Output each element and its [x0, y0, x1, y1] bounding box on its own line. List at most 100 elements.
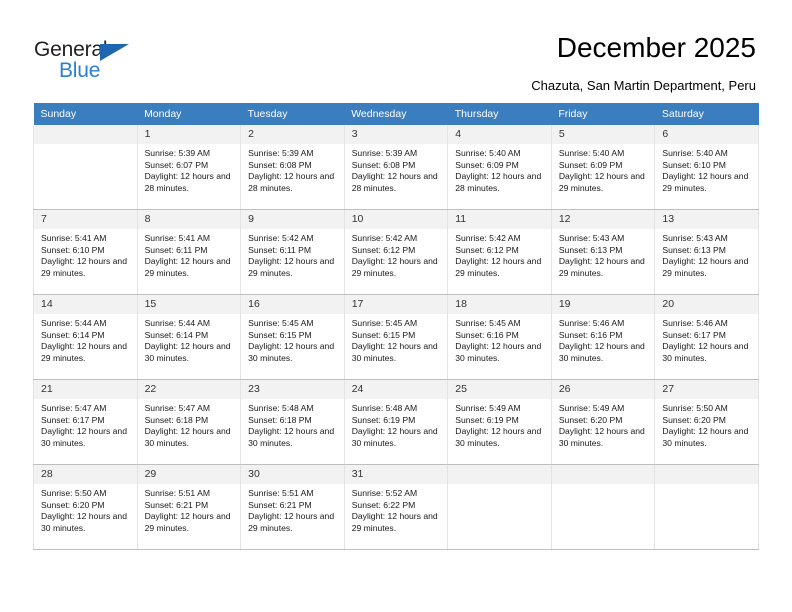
- day-number: 12: [551, 210, 655, 229]
- daylight-text: Daylight: 12 hours and 30 minutes.: [41, 426, 127, 448]
- weekday-header-sunday: Sunday: [33, 103, 138, 125]
- day-cell[interactable]: 24 Sunrise: 5:48 AM Sunset: 6:19 PM Dayligh…: [343, 379, 449, 465]
- day-cell[interactable]: 10 Sunrise: 5:42 AM Sunset: 6:12 PM Dayligh…: [343, 209, 449, 295]
- daylight-text: Daylight: 12 hours and 29 minutes.: [351, 511, 438, 533]
- day-cell[interactable]: 14 Sunrise: 5:44 AM Sunset: 6:14 PM Dayligh…: [33, 294, 138, 380]
- calendar-week-row: 7 Sunrise: 5:41 AM Sunset: 6:10 PM Daylight…: [33, 209, 759, 295]
- sunset-text: Sunset: 6:10 PM: [41, 244, 105, 255]
- sunset-text: Sunset: 6:20 PM: [662, 414, 726, 425]
- day-cell[interactable]: 27 Sunrise: 5:50 AM Sunset: 6:20 PM Dayligh…: [654, 379, 759, 465]
- day-number: 23: [241, 380, 344, 399]
- day-cell[interactable]: 20 Sunrise: 5:46 AM Sunset: 6:17 PM Dayligh…: [654, 294, 759, 380]
- day-cell[interactable]: [33, 125, 138, 210]
- day-info: Sunrise: 5:43 AM Sunset: 6:13 PM Daylight:…: [655, 229, 758, 279]
- weekday-header-monday: Monday: [137, 103, 241, 125]
- daylight-text: Daylight: 12 hours and 29 minutes.: [662, 256, 749, 278]
- day-info: Sunrise: 5:40 AM Sunset: 6:09 PM Daylight:…: [448, 144, 551, 194]
- day-cell-inner: 14 Sunrise: 5:44 AM Sunset: 6:14 PM Dayligh…: [34, 295, 137, 379]
- day-cell[interactable]: 16 Sunrise: 5:45 AM Sunset: 6:15 PM Dayligh…: [240, 294, 345, 380]
- day-info: Sunrise: 5:41 AM Sunset: 6:11 PM Daylight:…: [138, 229, 241, 279]
- day-cell[interactable]: 5 Sunrise: 5:40 AM Sunset: 6:09 PM Daylight…: [550, 125, 656, 210]
- sunset-text: Sunset: 6:17 PM: [662, 329, 726, 340]
- day-info: Sunrise: 5:50 AM Sunset: 6:20 PM Daylight:…: [655, 399, 758, 449]
- day-number: [551, 465, 655, 484]
- daylight-text: Daylight: 12 hours and 30 minutes.: [144, 426, 231, 448]
- page-subtitle: Chazuta, San Martin Department, Peru: [531, 78, 756, 93]
- day-number: 9: [241, 210, 344, 229]
- weekday-header-saturday: Saturday: [654, 103, 759, 125]
- day-cell[interactable]: 22 Sunrise: 5:47 AM Sunset: 6:18 PM Dayligh…: [136, 379, 242, 465]
- sunrise-text: Sunrise: 5:39 AM: [144, 148, 211, 158]
- day-cell[interactable]: 2 Sunrise: 5:39 AM Sunset: 6:08 PM Daylight…: [240, 125, 345, 210]
- calendar-week-row: 28 Sunrise: 5:50 AM Sunset: 6:20 PM Dayligh…: [33, 464, 759, 550]
- sunset-text: Sunset: 6:11 PM: [248, 244, 312, 255]
- day-cell[interactable]: 12 Sunrise: 5:43 AM Sunset: 6:13 PM Dayligh…: [550, 209, 656, 295]
- day-cell-inner: 12 Sunrise: 5:43 AM Sunset: 6:13 PM Dayligh…: [551, 210, 655, 294]
- day-cell[interactable]: 21 Sunrise: 5:47 AM Sunset: 6:17 PM Dayligh…: [33, 379, 138, 465]
- day-number: 1: [137, 125, 241, 144]
- day-number: 11: [448, 210, 551, 229]
- day-cell[interactable]: 18 Sunrise: 5:45 AM Sunset: 6:16 PM Dayligh…: [447, 294, 552, 380]
- sunrise-text: Sunrise: 5:52 AM: [351, 488, 418, 498]
- day-cell[interactable]: 13 Sunrise: 5:43 AM Sunset: 6:13 PM Dayligh…: [654, 209, 759, 295]
- day-number: [448, 465, 551, 484]
- day-cell[interactable]: 30 Sunrise: 5:51 AM Sunset: 6:21 PM Dayligh…: [240, 464, 345, 550]
- day-number: 19: [551, 295, 655, 314]
- day-cell[interactable]: 1 Sunrise: 5:39 AM Sunset: 6:07 PM Daylight…: [136, 125, 242, 210]
- sunset-text: Sunset: 6:08 PM: [248, 159, 312, 170]
- day-number: 31: [344, 465, 448, 484]
- day-cell[interactable]: 31 Sunrise: 5:52 AM Sunset: 6:22 PM Dayligh…: [343, 464, 449, 550]
- day-number: 8: [137, 210, 241, 229]
- day-number: 18: [448, 295, 551, 314]
- sunrise-text: Sunrise: 5:48 AM: [351, 403, 418, 413]
- day-cell[interactable]: 4 Sunrise: 5:40 AM Sunset: 6:09 PM Daylight…: [447, 125, 552, 210]
- general-blue-logo[interactable]: General Blue: [34, 38, 164, 84]
- day-number: 28: [34, 465, 137, 484]
- day-cell[interactable]: 9 Sunrise: 5:42 AM Sunset: 6:11 PM Daylight…: [240, 209, 345, 295]
- day-cell[interactable]: [654, 464, 759, 550]
- day-cell[interactable]: 26 Sunrise: 5:49 AM Sunset: 6:20 PM Dayligh…: [550, 379, 656, 465]
- day-number: 15: [137, 295, 241, 314]
- day-number: 30: [241, 465, 344, 484]
- daylight-text: Daylight: 12 hours and 29 minutes.: [558, 256, 645, 278]
- daylight-text: Daylight: 12 hours and 30 minutes.: [455, 341, 542, 363]
- sunrise-text: Sunrise: 5:51 AM: [248, 488, 314, 498]
- sunset-text: Sunset: 6:19 PM: [455, 414, 519, 425]
- day-cell[interactable]: 23 Sunrise: 5:48 AM Sunset: 6:18 PM Dayligh…: [240, 379, 345, 465]
- day-cell[interactable]: 3 Sunrise: 5:39 AM Sunset: 6:08 PM Daylight…: [343, 125, 449, 210]
- day-cell[interactable]: 15 Sunrise: 5:44 AM Sunset: 6:14 PM Dayligh…: [136, 294, 242, 380]
- day-cell[interactable]: 25 Sunrise: 5:49 AM Sunset: 6:19 PM Dayligh…: [447, 379, 552, 465]
- sunrise-text: Sunrise: 5:48 AM: [248, 403, 314, 413]
- daylight-text: Daylight: 12 hours and 30 minutes.: [558, 341, 645, 363]
- sunrise-text: Sunrise: 5:41 AM: [41, 233, 107, 243]
- calendar-body: 1 Sunrise: 5:39 AM Sunset: 6:07 PM Daylight…: [33, 125, 759, 550]
- sunrise-text: Sunrise: 5:44 AM: [144, 318, 211, 328]
- day-info: Sunrise: 5:48 AM Sunset: 6:19 PM Daylight:…: [345, 399, 448, 449]
- day-cell[interactable]: 17 Sunrise: 5:45 AM Sunset: 6:15 PM Dayligh…: [343, 294, 449, 380]
- day-cell-inner: 17 Sunrise: 5:45 AM Sunset: 6:15 PM Dayligh…: [344, 295, 448, 379]
- day-cell-inner: 26 Sunrise: 5:49 AM Sunset: 6:20 PM Dayligh…: [551, 380, 655, 464]
- day-info: Sunrise: 5:51 AM Sunset: 6:21 PM Daylight:…: [138, 484, 241, 534]
- day-cell[interactable]: [447, 464, 552, 550]
- day-cell[interactable]: 29 Sunrise: 5:51 AM Sunset: 6:21 PM Dayligh…: [136, 464, 242, 550]
- day-cell-inner: 15 Sunrise: 5:44 AM Sunset: 6:14 PM Dayligh…: [137, 295, 241, 379]
- day-number: 14: [34, 295, 137, 314]
- weekday-header-wednesday: Wednesday: [344, 103, 448, 125]
- day-cell[interactable]: 7 Sunrise: 5:41 AM Sunset: 6:10 PM Daylight…: [33, 209, 138, 295]
- day-number: 24: [344, 380, 448, 399]
- day-cell-inner: 16 Sunrise: 5:45 AM Sunset: 6:15 PM Dayligh…: [241, 295, 344, 379]
- sunrise-text: Sunrise: 5:45 AM: [351, 318, 418, 328]
- day-cell[interactable]: 8 Sunrise: 5:41 AM Sunset: 6:11 PM Daylight…: [136, 209, 242, 295]
- daylight-text: Daylight: 12 hours and 29 minutes.: [351, 256, 438, 278]
- logo-word-blue: Blue: [59, 59, 101, 82]
- day-info: Sunrise: 5:40 AM Sunset: 6:10 PM Daylight:…: [655, 144, 758, 194]
- day-info: Sunrise: 5:44 AM Sunset: 6:14 PM Daylight:…: [138, 314, 241, 364]
- sunrise-text: Sunrise: 5:41 AM: [144, 233, 211, 243]
- day-cell[interactable]: 6 Sunrise: 5:40 AM Sunset: 6:10 PM Daylight…: [654, 125, 759, 210]
- day-cell[interactable]: 11 Sunrise: 5:42 AM Sunset: 6:12 PM Dayligh…: [447, 209, 552, 295]
- daylight-text: Daylight: 12 hours and 29 minutes.: [662, 171, 749, 193]
- day-cell[interactable]: [550, 464, 656, 550]
- sunrise-text: Sunrise: 5:51 AM: [144, 488, 211, 498]
- day-cell[interactable]: 19 Sunrise: 5:46 AM Sunset: 6:16 PM Dayligh…: [550, 294, 656, 380]
- day-cell[interactable]: 28 Sunrise: 5:50 AM Sunset: 6:20 PM Dayligh…: [33, 464, 138, 550]
